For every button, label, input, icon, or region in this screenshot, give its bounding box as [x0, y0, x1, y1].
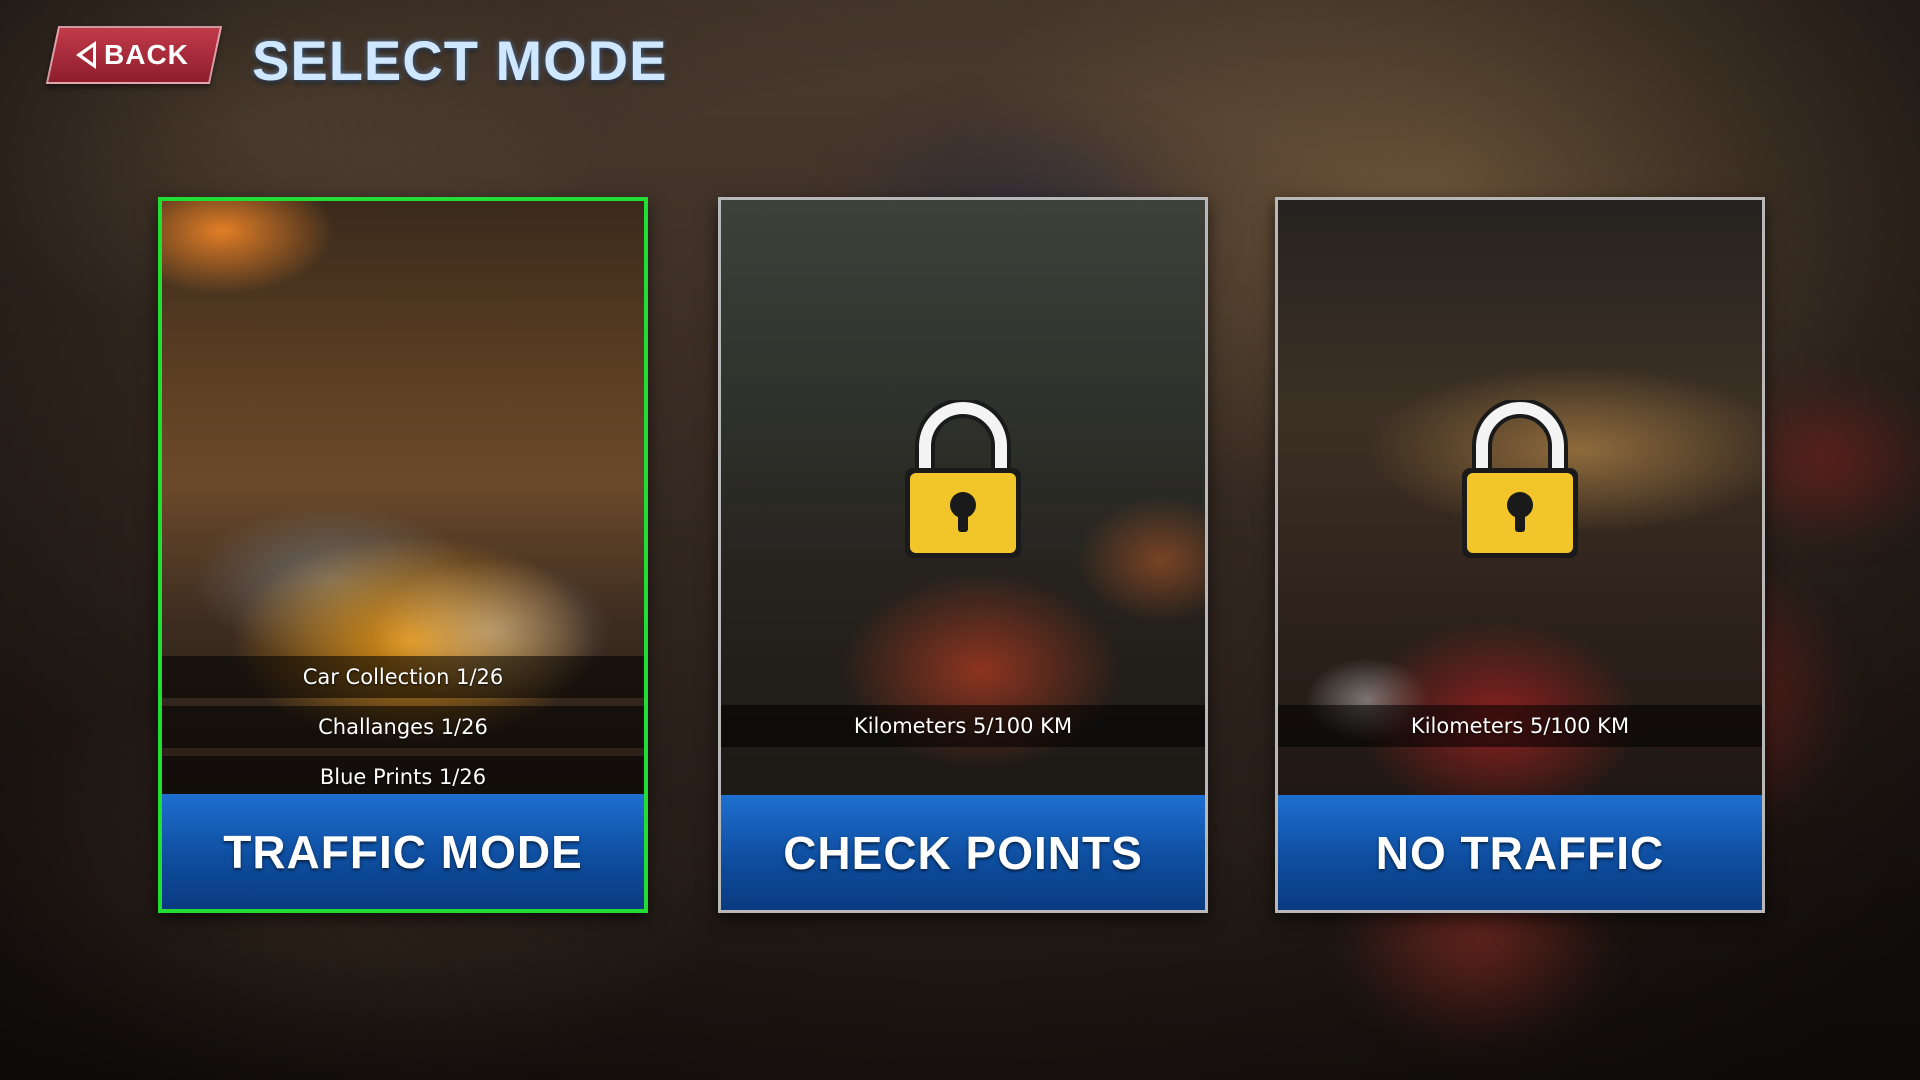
check-points-button[interactable]: CHECK POINTS — [721, 795, 1205, 910]
stat-kilometers: Kilometers 5/100 KM — [1278, 705, 1762, 747]
traffic-mode-button[interactable]: TRAFFIC MODE — [162, 794, 644, 909]
padlock-icon — [905, 400, 1021, 558]
stat-kilometers: Kilometers 5/100 KM — [721, 705, 1205, 747]
no-traffic-button[interactable]: NO TRAFFIC — [1278, 795, 1762, 910]
mode-card-traffic-mode[interactable]: Car Collection 1/26 Challanges 1/26 Blue… — [158, 197, 648, 913]
stat-blue-prints: Blue Prints 1/26 — [162, 756, 644, 798]
back-label: BACK — [104, 39, 189, 70]
back-arrow-icon — [76, 41, 96, 69]
back-button[interactable]: BACK — [45, 26, 223, 84]
mode-card-check-points[interactable]: Kilometers 5/100 KM CHECK POINTS — [718, 197, 1208, 913]
padlock-icon — [1462, 400, 1578, 558]
page-title: SELECT MODE — [252, 29, 668, 92]
stat-car-collection: Car Collection 1/26 — [162, 656, 644, 698]
stat-challenges: Challanges 1/26 — [162, 706, 644, 748]
mode-card-no-traffic[interactable]: Kilometers 5/100 KM NO TRAFFIC — [1275, 197, 1765, 913]
